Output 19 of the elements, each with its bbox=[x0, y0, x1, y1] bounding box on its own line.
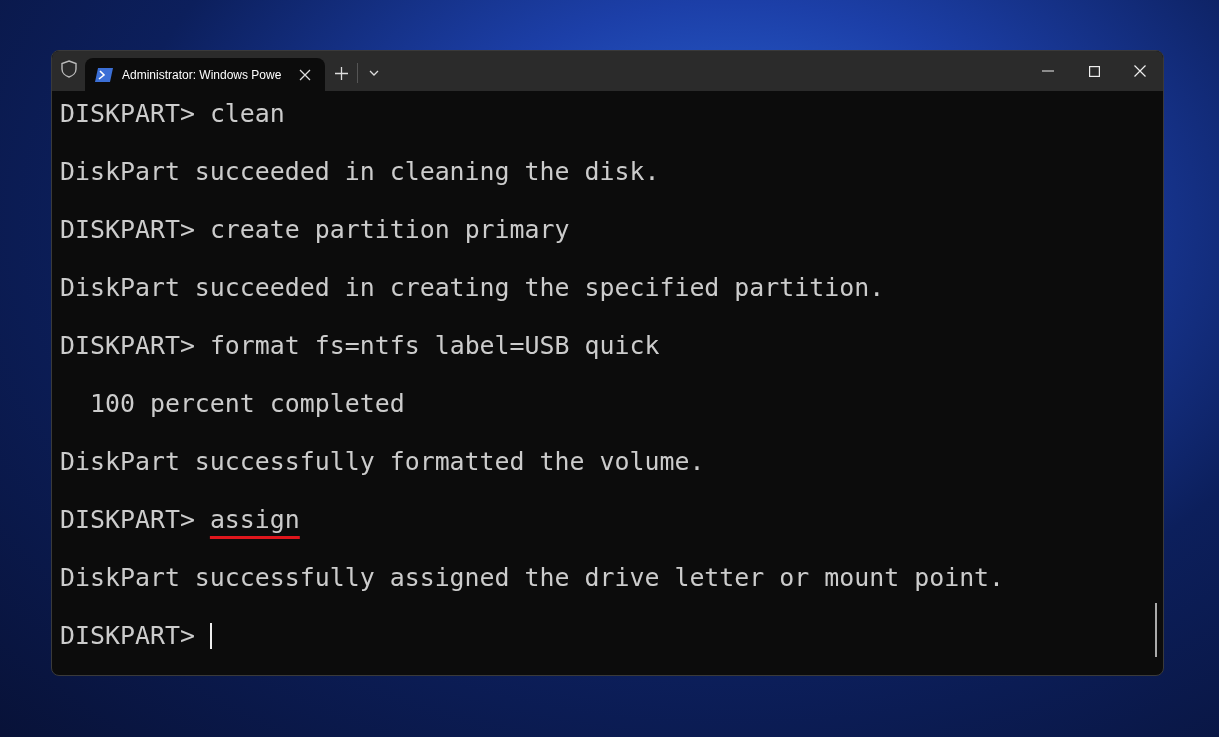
command-text: clean bbox=[209, 98, 285, 130]
command-text: format fs=ntfs label=USB quick bbox=[209, 330, 660, 362]
output-text: DiskPart succeeded in cleaning the disk. bbox=[60, 156, 660, 188]
prompt-text: DISKPART> bbox=[60, 214, 195, 246]
prompt-text: DISKPART> bbox=[60, 330, 195, 362]
prompt-text: DISKPART> bbox=[60, 98, 195, 130]
scrollbar[interactable] bbox=[1155, 603, 1157, 657]
prompt-text: DISKPART> bbox=[60, 620, 195, 652]
output-text: DiskPart successfully formatted the volume. bbox=[60, 446, 705, 478]
prompt-text: DISKPART> bbox=[60, 504, 195, 536]
shield-icon bbox=[61, 60, 77, 78]
output-text: DiskPart successfully assigned the drive letter or mount point. bbox=[60, 562, 1005, 594]
command-text: assign bbox=[209, 504, 300, 536]
powershell-icon bbox=[95, 67, 113, 82]
output-text: DiskPart succeeded in creating the specified partition. bbox=[60, 272, 885, 304]
terminal-tab[interactable]: Administrator: Windows Powe bbox=[85, 58, 325, 91]
output-text: 100 percent completed bbox=[88, 388, 405, 420]
command-text: create partition primary bbox=[209, 214, 570, 246]
tab-title: Administrator: Windows Powe bbox=[122, 67, 283, 82]
